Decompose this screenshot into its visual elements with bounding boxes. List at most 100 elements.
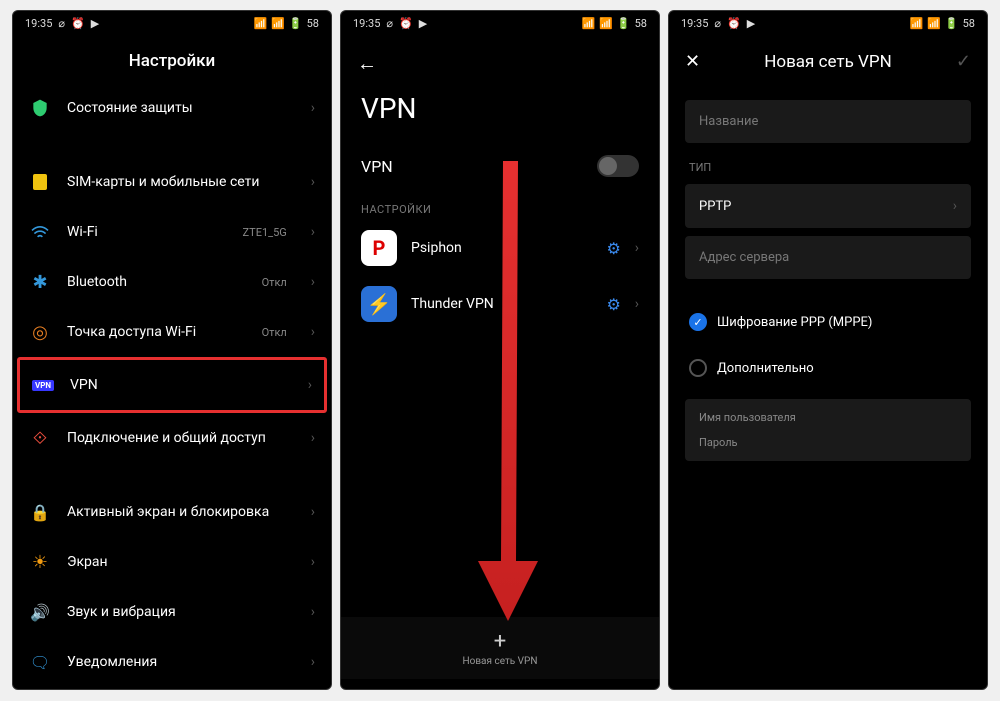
encryption-label: Шифрование PPP (MPPE) bbox=[717, 315, 872, 330]
item-label: Wi-Fi bbox=[67, 224, 227, 240]
add-vpn-button[interactable]: + Новая сеть VPN bbox=[341, 617, 659, 679]
chevron-right-icon: › bbox=[311, 604, 315, 620]
chevron-right-icon: › bbox=[311, 274, 315, 290]
toggle-label: VPN bbox=[361, 157, 393, 176]
vpn-type-select[interactable]: PPTP › bbox=[685, 184, 971, 228]
item-label: Подключение и общий доступ bbox=[67, 430, 295, 446]
chevron-right-icon: › bbox=[635, 240, 639, 256]
credentials-block: Имя пользователя Пароль bbox=[685, 399, 971, 461]
close-button[interactable]: ✕ bbox=[685, 51, 700, 72]
media-icon: ▶ bbox=[91, 17, 99, 30]
advanced-checkbox-row[interactable]: Дополнительно bbox=[669, 345, 987, 391]
shield-icon bbox=[29, 97, 51, 119]
item-label: Состояние защиты bbox=[67, 100, 295, 116]
sim-icon bbox=[29, 171, 51, 193]
new-vpn-screen: 19:35 ⌀ ⏰ ▶ 📶 📶 🔋 58 ✕ Новая сеть VPN ✓ … bbox=[668, 10, 988, 690]
gear-icon[interactable]: ⚙ bbox=[606, 295, 620, 314]
media-icon: ▶ bbox=[747, 17, 755, 30]
alarm-icon: ⏰ bbox=[71, 17, 85, 30]
vpn-master-toggle-row[interactable]: VPN bbox=[341, 141, 659, 191]
confirm-button[interactable]: ✓ bbox=[956, 51, 971, 72]
notification-icon: 🗨 bbox=[29, 651, 51, 673]
settings-item-sim[interactable]: SIM-карты и мобильные сети › bbox=[13, 157, 331, 207]
encryption-checkbox-row[interactable]: ✓ Шифрование PPP (MPPE) bbox=[669, 299, 987, 345]
chevron-right-icon: › bbox=[311, 100, 315, 116]
dnd-icon: ⌀ bbox=[714, 17, 721, 30]
vpn-app-thunder[interactable]: ⚡ Thunder VPN ⚙ › bbox=[341, 276, 659, 332]
chevron-right-icon: › bbox=[311, 504, 315, 520]
chevron-right-icon: › bbox=[308, 377, 312, 393]
add-vpn-label: Новая сеть VPN bbox=[353, 656, 647, 667]
thunder-icon: ⚡ bbox=[361, 286, 397, 322]
status-time: 19:35 bbox=[25, 17, 52, 30]
settings-item-wifi[interactable]: Wi-Fi ZTE1_5G › bbox=[13, 207, 331, 257]
share-icon: ⟐ bbox=[29, 427, 51, 449]
item-label: Звук и вибрация bbox=[67, 604, 295, 620]
chevron-right-icon: › bbox=[311, 324, 315, 340]
battery-pct: 58 bbox=[307, 17, 319, 30]
item-label: Точка доступа Wi-Fi bbox=[67, 324, 246, 340]
app-name: Psiphon bbox=[411, 240, 592, 256]
item-label: Активный экран и блокировка bbox=[67, 504, 295, 520]
item-label: VPN bbox=[70, 377, 292, 393]
item-sublabel: Откл bbox=[262, 326, 287, 339]
battery-pct: 58 bbox=[963, 17, 975, 30]
password-field[interactable]: Пароль bbox=[685, 430, 971, 455]
brightness-icon: ☀ bbox=[29, 551, 51, 573]
server-address-input[interactable]: Адрес сервера bbox=[685, 236, 971, 279]
battery-icon: 🔋 bbox=[617, 17, 631, 30]
chevron-right-icon: › bbox=[311, 654, 315, 670]
gear-icon[interactable]: ⚙ bbox=[606, 239, 620, 258]
sound-icon: 🔊 bbox=[29, 601, 51, 623]
page-title: VPN bbox=[341, 84, 659, 141]
vpn-app-psiphon[interactable]: P Psiphon ⚙ › bbox=[341, 220, 659, 276]
wifi-icon bbox=[29, 221, 51, 243]
dnd-icon: ⌀ bbox=[386, 17, 393, 30]
username-field[interactable]: Имя пользователя bbox=[685, 405, 971, 430]
item-label: Bluetooth bbox=[67, 274, 246, 290]
hotspot-icon: ◎ bbox=[29, 321, 51, 343]
chevron-right-icon: › bbox=[635, 296, 639, 312]
checkbox-unchecked-icon bbox=[689, 359, 707, 377]
section-label: НАСТРОЙКИ bbox=[341, 191, 659, 220]
item-sublabel: ZTE1_5G bbox=[243, 226, 287, 239]
page-title: Настройки bbox=[13, 35, 331, 83]
vpn-toggle[interactable] bbox=[597, 155, 639, 177]
item-label: Экран bbox=[67, 554, 295, 570]
app-name: Thunder VPN bbox=[411, 296, 592, 312]
dnd-icon: ⌀ bbox=[58, 17, 65, 30]
wifi-status-icon: 📶 bbox=[271, 17, 285, 30]
plus-icon: + bbox=[353, 629, 647, 654]
battery-icon: 🔋 bbox=[289, 17, 303, 30]
type-value: PPTP bbox=[699, 199, 731, 214]
back-button[interactable]: ← bbox=[357, 51, 377, 76]
wifi-status-icon: 📶 bbox=[927, 17, 941, 30]
chevron-right-icon: › bbox=[311, 174, 315, 190]
settings-item-sharing[interactable]: ⟐ Подключение и общий доступ › bbox=[13, 413, 331, 463]
chevron-right-icon: › bbox=[311, 224, 315, 240]
signal-icon: 📶 bbox=[910, 17, 924, 30]
item-label: SIM-карты и мобильные сети bbox=[67, 174, 295, 190]
alarm-icon: ⏰ bbox=[727, 17, 741, 30]
vpn-name-input[interactable]: Название bbox=[685, 100, 971, 143]
battery-pct: 58 bbox=[635, 17, 647, 30]
settings-item-lockscreen[interactable]: 🔒 Активный экран и блокировка › bbox=[13, 487, 331, 537]
media-icon: ▶ bbox=[419, 17, 427, 30]
settings-item-sound[interactable]: 🔊 Звук и вибрация › bbox=[13, 587, 331, 637]
signal-icon: 📶 bbox=[254, 17, 268, 30]
settings-item-display[interactable]: ☀ Экран › bbox=[13, 537, 331, 587]
wifi-status-icon: 📶 bbox=[599, 17, 613, 30]
chevron-right-icon: › bbox=[311, 430, 315, 446]
bluetooth-icon: ✱ bbox=[29, 271, 51, 293]
advanced-label: Дополнительно bbox=[717, 361, 814, 376]
settings-item-vpn[interactable]: VPN VPN › bbox=[17, 357, 327, 413]
settings-item-notifications[interactable]: 🗨 Уведомления › bbox=[13, 637, 331, 687]
status-time: 19:35 bbox=[353, 17, 380, 30]
settings-item-hotspot[interactable]: ◎ Точка доступа Wi-Fi Откл › bbox=[13, 307, 331, 357]
item-label: Уведомления bbox=[67, 654, 295, 670]
settings-screen: 19:35 ⌀ ⏰ ▶ 📶 📶 🔋 58 Настройки Состояние… bbox=[12, 10, 332, 690]
alarm-icon: ⏰ bbox=[399, 17, 413, 30]
settings-item-bluetooth[interactable]: ✱ Bluetooth Откл › bbox=[13, 257, 331, 307]
status-time: 19:35 bbox=[681, 17, 708, 30]
settings-item-security[interactable]: Состояние защиты › bbox=[13, 83, 331, 133]
